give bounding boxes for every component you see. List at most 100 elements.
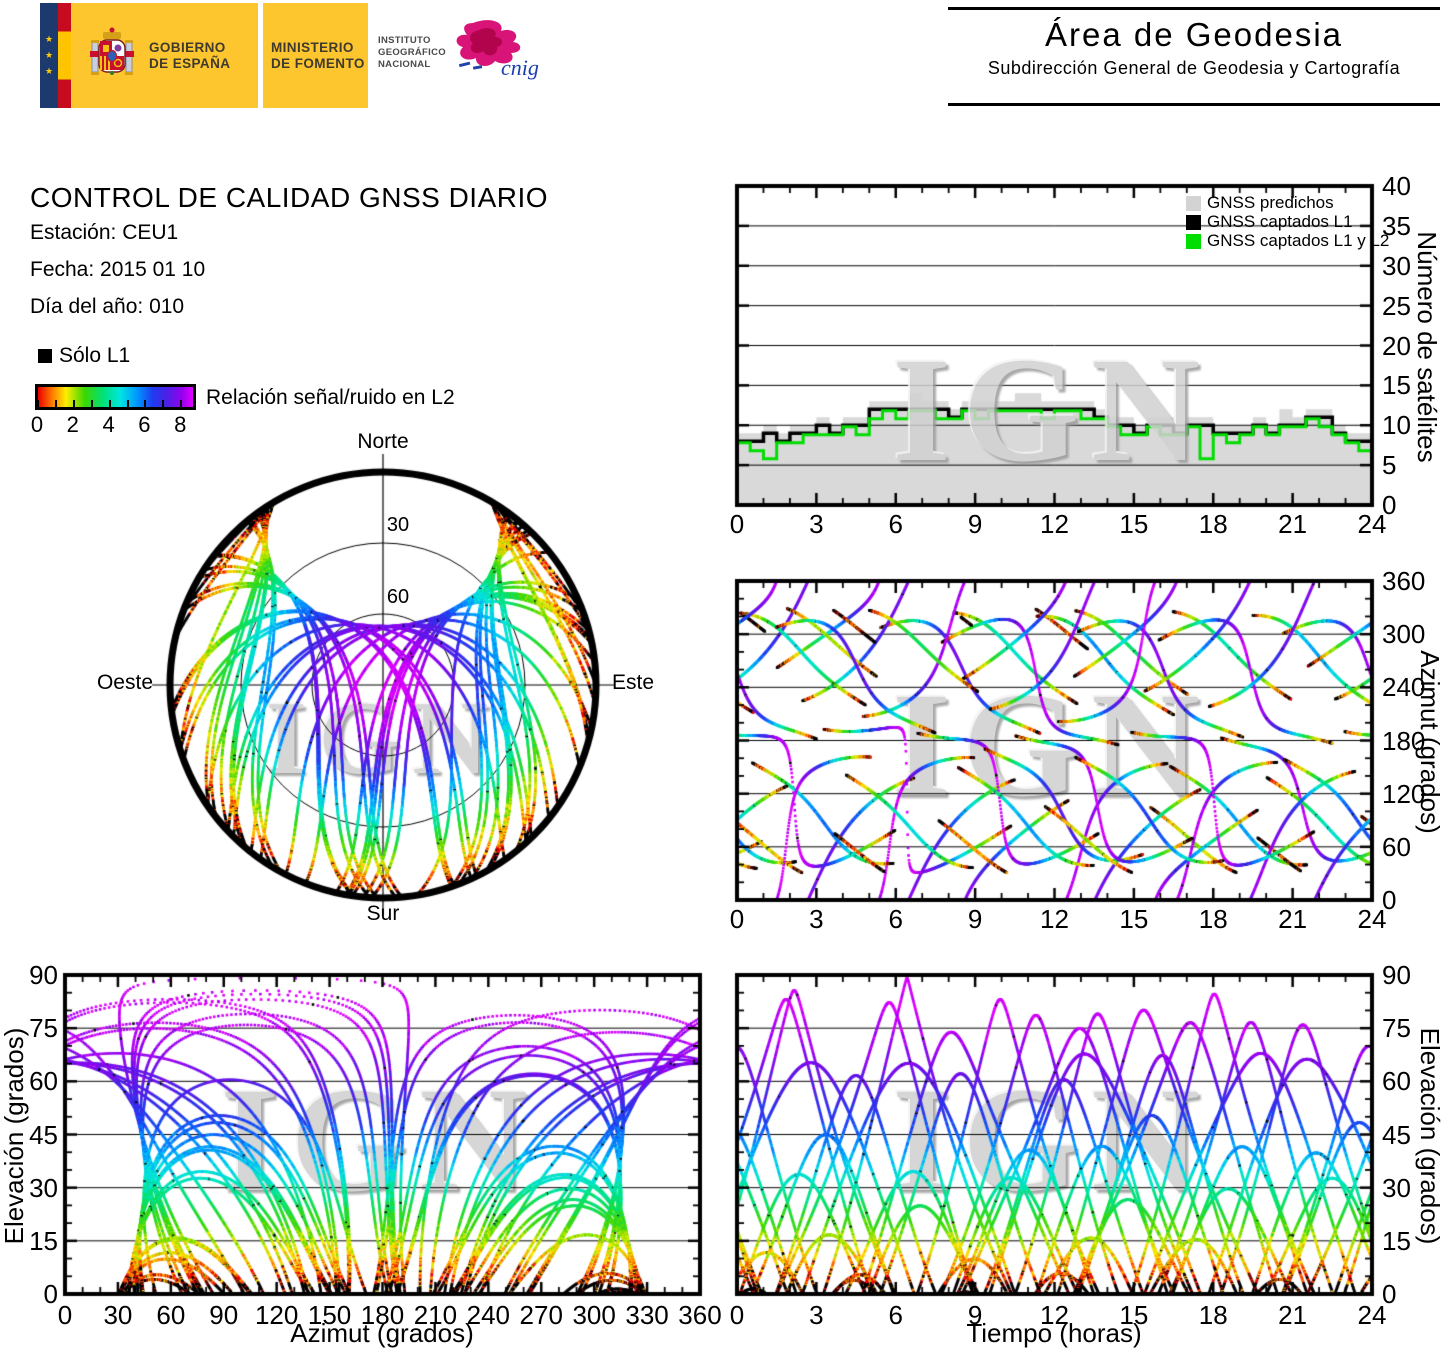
colorbar-tick: [108, 400, 111, 407]
skyplot-canvas: [150, 442, 630, 922]
colorbar-number: 2: [66, 412, 79, 437]
x-tick-label: 3: [809, 1300, 824, 1330]
x-tick-label: 24: [1357, 509, 1387, 539]
government-banner: ★ ★ ★ GOBIERNO DE ESPAÑA MINISTERIO DE F…: [40, 3, 545, 108]
x-tick-label: 15: [1119, 1300, 1149, 1330]
gobierno-label: GOBIERNO DE ESPAÑA: [149, 39, 231, 71]
y-tick-label: 15: [29, 1225, 58, 1256]
legend-row: GNSS predichos: [1186, 194, 1389, 212]
y-tick-label: 60: [1382, 1066, 1411, 1097]
y-tick-label: 60: [29, 1066, 58, 1097]
l1-only-swatch-icon: [38, 349, 52, 363]
y-tick-label: 45: [29, 1119, 58, 1150]
y-tick-label: 240: [1382, 672, 1426, 703]
ministerio-label: MINISTERIO DE FOMENTO: [271, 39, 365, 71]
y-tick-label: 120: [1382, 778, 1426, 809]
y-tick-label: 0: [43, 1279, 58, 1309]
y-tick-label: 90: [29, 960, 58, 990]
predicted-swatch-icon: [1186, 195, 1201, 211]
snr-colorbar-caption: Relación señal/ruido en L2: [206, 386, 455, 409]
cnig-logo-icon: cnig: [456, 20, 539, 80]
elevation-time-canvas: [734, 972, 1375, 1297]
y-tick-label: 30: [1382, 250, 1411, 281]
y-tick-label: 5: [1382, 450, 1397, 481]
gobierno-block: GOBIERNO DE ESPAÑA: [71, 3, 258, 108]
eu-star-icon: ★: [44, 66, 54, 76]
y-tick-label: 30: [1382, 1172, 1411, 1203]
y-tick-label: 15: [1382, 370, 1411, 401]
ign-block: INSTITUTO GEOGRÁFICO NACIONAL cnig: [368, 3, 545, 108]
elevation-azimuth-canvas: [62, 972, 703, 1297]
x-tick-label: 18: [1198, 509, 1228, 539]
captured-l1-swatch-icon: [1186, 214, 1201, 230]
ministerio-block: MINISTERIO DE FOMENTO: [263, 3, 368, 108]
x-tick-label: 0: [729, 509, 745, 539]
x-tick-label: 21: [1278, 509, 1308, 539]
subdireccion-subtitle: Subdirección General de Geodesia y Carto…: [987, 58, 1401, 78]
colorbar-number: 6: [138, 412, 151, 437]
y-tick-label: 30: [29, 1172, 58, 1203]
x-tick-label: 3: [809, 904, 824, 934]
x-tick-label: 6: [888, 509, 903, 539]
x-tick-label: 18: [1198, 1300, 1228, 1330]
x-tick-label: 12: [1040, 904, 1069, 934]
y-tick-label: 90: [1382, 960, 1411, 990]
doy-line: Día del año: 010: [30, 295, 185, 318]
y-tick-label: 0: [1382, 490, 1397, 520]
colorbar-number: 4: [102, 412, 115, 437]
colorbar-tick: [72, 400, 75, 407]
header-rule-top: [948, 7, 1440, 10]
l1-only-label: Sólo L1: [59, 344, 131, 367]
area-geodesia-title: Área de Geodesia: [1044, 16, 1343, 53]
legend-label: GNSS predichos: [1207, 193, 1334, 212]
snr-colorbar: [35, 384, 196, 410]
legend-label: GNSS captados L1: [1207, 212, 1353, 231]
x-tick-label: 15: [1119, 904, 1149, 934]
eu-flag-icon: ★ ★ ★: [40, 3, 58, 108]
colorbar-tick: [90, 400, 93, 407]
y-tick-label: 0: [1382, 885, 1397, 915]
captured-l1l2-swatch-icon: [1186, 233, 1201, 249]
skyplot-south-label: Sur: [366, 902, 400, 925]
x-tick-label: 21: [1278, 1300, 1308, 1330]
colorbar-tick: [162, 400, 165, 407]
colorbar-tick: [144, 400, 147, 407]
x-tick-label: 6: [888, 904, 903, 934]
legend-label: GNSS captados L1 y L2: [1207, 231, 1390, 250]
x-tick-label: 9: [967, 904, 983, 934]
report-title: CONTROL DE CALIDAD GNSS DIARIO: [30, 182, 549, 213]
x-tick-label: 24: [1357, 1300, 1387, 1330]
colorbar-number: 0: [30, 412, 44, 437]
y-tick-label: 0: [1382, 1279, 1397, 1309]
y-tick-label: 180: [1382, 725, 1426, 756]
x-tick-label: 3: [809, 509, 824, 539]
instituto-geografico-label: INSTITUTO GEOGRÁFICO NACIONAL: [378, 35, 446, 70]
x-tick-label: 9: [967, 1300, 983, 1330]
y-tick-label: 360: [1382, 566, 1426, 596]
station-line: Estación: CEU1: [30, 221, 179, 244]
x-tick-label: 6: [888, 1300, 903, 1330]
date-line: Fecha: 2015 01 10: [30, 258, 206, 281]
y-tick-label: 75: [29, 1013, 58, 1044]
skyplot-east-label: Este: [612, 671, 655, 694]
x-tick-label: 18: [1198, 904, 1228, 934]
svg-text:cnig: cnig: [501, 55, 539, 80]
satellite-count-legend: GNSS predichos GNSS captados L1 GNSS cap…: [1186, 194, 1389, 251]
satellite-count-y-title: Número de satélites: [1412, 231, 1442, 463]
y-tick-label: 25: [1382, 290, 1411, 321]
y-tick-label: 45: [1382, 1119, 1411, 1150]
gnss-quality-report-page: ★ ★ ★ GOBIERNO DE ESPAÑA MINISTERIO DE F…: [0, 0, 1445, 1350]
azimuth-time-canvas: [734, 578, 1375, 903]
colorbar-tick: [37, 400, 39, 407]
y-tick-label: 10: [1382, 410, 1411, 441]
x-tick-label: 21: [1278, 904, 1308, 934]
legend-row: GNSS captados L1: [1186, 213, 1389, 231]
eu-star-icon: ★: [44, 34, 54, 44]
x-tick-label: 24: [1357, 904, 1387, 934]
skyplot-north-label: Norte: [357, 430, 409, 453]
y-tick-label: 75: [1382, 1013, 1411, 1044]
colorbar-number: 8: [174, 412, 187, 437]
x-tick-label: 15: [1119, 509, 1149, 539]
x-tick-label: 0: [729, 1300, 745, 1330]
colorbar-tick: [126, 400, 129, 407]
